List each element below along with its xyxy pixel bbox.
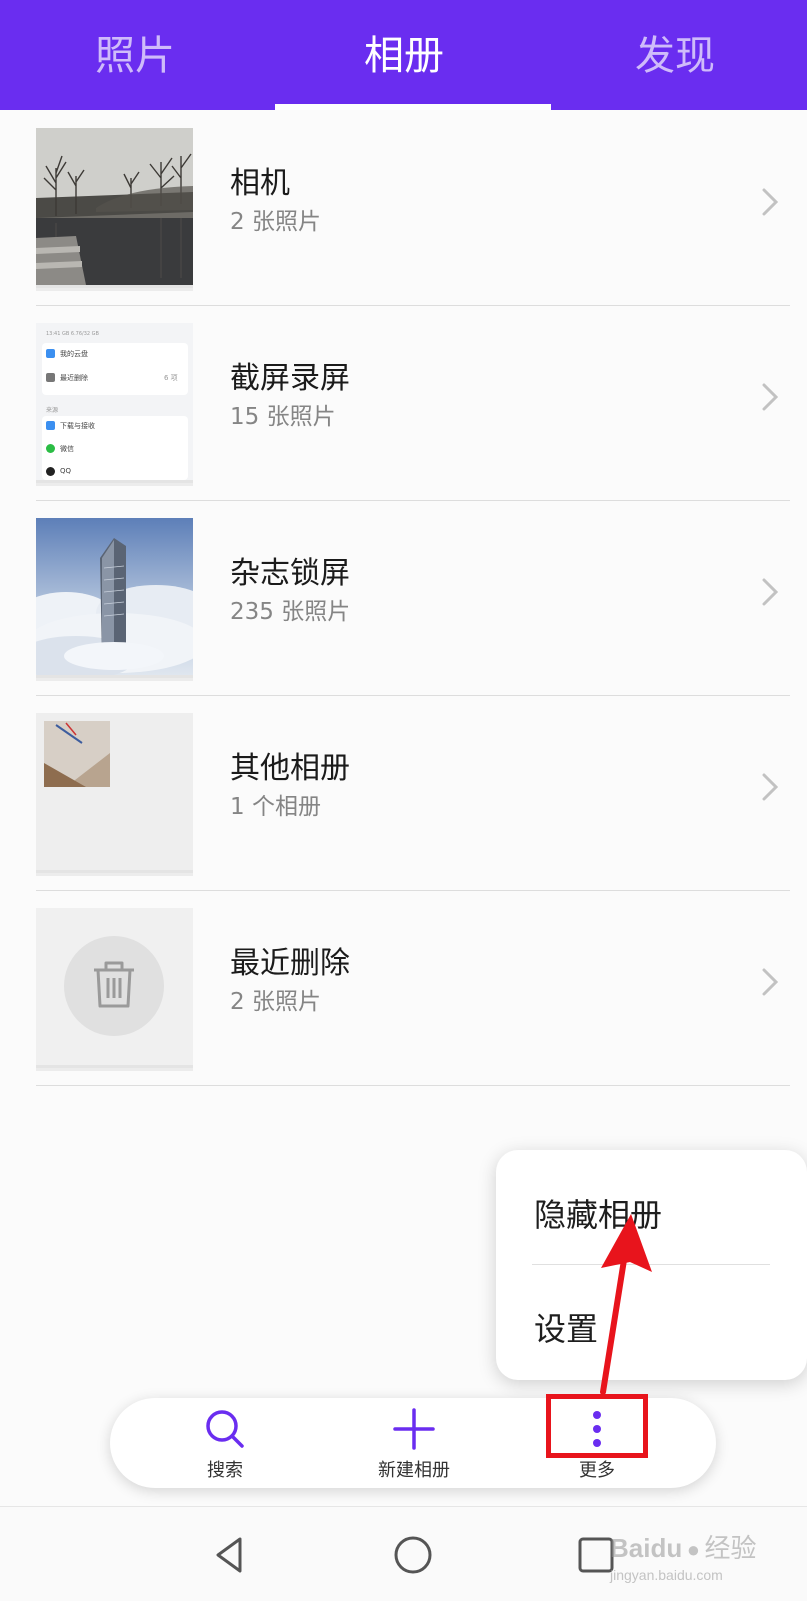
menu-divider [532,1264,770,1265]
paw-icon: ● [686,1537,700,1562]
annotation-highlight-box [546,1394,648,1458]
album-name: 其他相册 [230,751,350,786]
home-nav-icon[interactable] [389,1531,437,1579]
album-count: 2 张照片 [230,989,321,1015]
trash-icon [36,908,193,1065]
watermark-brand: Baidu [610,1533,683,1563]
thumb-row-deleted-count: 6 项 [164,374,178,382]
album-thumbnail [36,908,193,1065]
thumb-row-qq: QQ [60,467,72,475]
album-count: 235 张照片 [230,599,351,625]
top-tab-bar: 照片 相册 发现 [0,0,807,110]
album-name: 截屏录屏 [230,361,350,396]
search-button[interactable]: 搜索 [155,1398,295,1488]
menu-item-hidden-albums[interactable]: 隐藏相册 [534,1190,662,1236]
more-label: 更多 [579,1460,615,1481]
album-name: 最近删除 [230,946,350,981]
screenshot-thumbnail: 13:41 GB 6.76/32 GB 我的云盘 最近删除 6 项 来源 下载与… [36,323,193,480]
thumb-status-text: 13:41 GB 6.76/32 GB [46,331,99,337]
album-thumbnail [36,518,193,675]
chevron-right-icon [762,773,779,801]
new-album-label: 新建相册 [378,1460,450,1481]
chevron-right-icon [762,383,779,411]
album-name: 相机 [230,166,290,201]
album-thumbnail [36,713,193,870]
search-label: 搜索 [207,1460,243,1481]
watermark-url: jingyan.baidu.com [610,1567,723,1583]
album-thumbnail [36,128,193,285]
baidu-watermark: Baidu ● 经验 jingyan.baidu.com [610,1528,800,1592]
album-row-recently-deleted[interactable]: 最近删除 2 张照片 [36,890,790,1086]
album-count: 2 张照片 [230,209,321,235]
album-count: 15 张照片 [230,404,336,430]
tab-photos[interactable]: 照片 [25,28,245,84]
album-row-other-albums[interactable]: 其他相册 1 个相册 [36,695,790,891]
chevron-right-icon [762,578,779,606]
lake-trees-photo [36,128,193,285]
album-row-camera[interactable]: 相机 2 张照片 [36,110,790,306]
tab-discover[interactable]: 发现 [565,28,785,84]
album-row-screenshots[interactable]: 13:41 GB 6.76/32 GB 我的云盘 最近删除 6 项 来源 下载与… [36,305,790,501]
plus-icon [393,1408,435,1450]
menu-item-settings[interactable]: 设置 [534,1304,598,1350]
album-name: 杂志锁屏 [230,556,350,591]
search-icon [206,1410,244,1448]
new-album-button[interactable]: 新建相册 [344,1398,484,1488]
chevron-right-icon [762,188,779,216]
back-nav-icon[interactable] [206,1531,254,1579]
album-thumbnail: 13:41 GB 6.76/32 GB 我的云盘 最近删除 6 项 来源 下载与… [36,323,193,480]
chevron-right-icon [762,968,779,996]
thumb-section: 来源 [46,407,59,414]
album-row-magazine-lockscreen[interactable]: 杂志锁屏 235 张照片 [36,500,790,696]
watermark-brand-cn: 经验 [704,1533,757,1563]
thumb-row-cloud: 我的云盘 [60,350,88,358]
tab-albums[interactable]: 相册 [294,28,514,84]
thumb-row-wechat: 微信 [60,445,74,453]
album-count: 1 个相册 [230,794,321,820]
other-albums-collage [36,713,193,870]
thumb-row-downloads: 下载与接收 [60,422,95,430]
skyscraper-clouds-photo [36,518,193,675]
thumb-row-deleted: 最近删除 [60,374,88,382]
more-popup-menu: 隐藏相册 设置 [496,1150,807,1380]
